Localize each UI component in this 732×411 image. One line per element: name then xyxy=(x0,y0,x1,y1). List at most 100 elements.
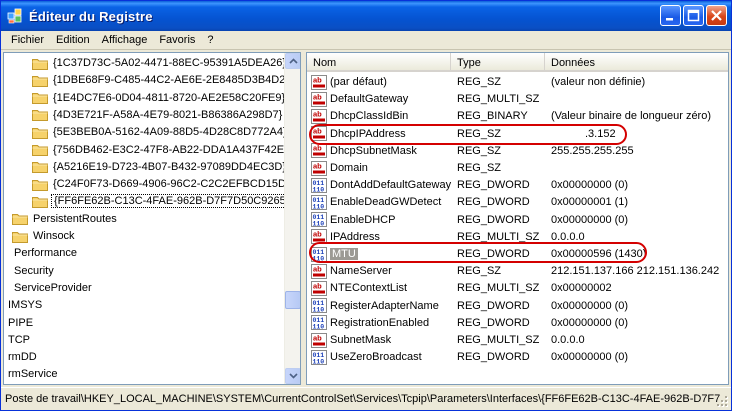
value-type: REG_MULTI_SZ xyxy=(457,230,540,243)
table-row[interactable]: ab NTEContextList REG_MULTI_SZ 0x00000002 xyxy=(307,279,728,297)
menu-favoris[interactable]: Favoris xyxy=(153,34,201,46)
value-data: 0x00000001 (1) xyxy=(551,196,629,209)
tree-item[interactable]: Winsock xyxy=(12,228,77,244)
tree-item-label: Winsock xyxy=(33,230,75,242)
close-button[interactable] xyxy=(706,5,727,26)
tree-item-label: ServiceProvider xyxy=(14,281,92,294)
tree-item[interactable]: {1DBE68F9-C485-44C2-AE6E-2E8485D3B4D2} xyxy=(32,72,286,88)
value-data: (valeur non définie) xyxy=(551,76,646,88)
scroll-up-button[interactable] xyxy=(285,53,300,69)
tree-item[interactable]: {C24F0F73-D669-4906-96C2-C2C2EFBCD15D} xyxy=(32,176,286,192)
value-type: REG_BINARY xyxy=(457,110,528,123)
tree-item[interactable]: ServiceProvider xyxy=(12,280,94,296)
table-row[interactable]: ab Domain REG_SZ xyxy=(307,159,728,177)
table-row[interactable]: 011 110 EnableDHCP REG_DWORD 0x00000000 (0) xyxy=(307,211,728,229)
svg-text:ab: ab xyxy=(313,109,322,118)
tree-item-label: {A5216E19-D723-4B07-B432-97089DD4EC3D} xyxy=(53,160,286,173)
table-row[interactable]: ab IPAddress REG_MULTI_SZ 0.0.0.0 xyxy=(307,228,728,246)
tree-item[interactable]: {FF6FE62B-C13C-4FAE-962B-D7F7D50C9265} xyxy=(32,193,286,209)
value-data: 0x00000002 xyxy=(551,282,612,295)
tree-item[interactable]: rmService xyxy=(6,366,60,382)
tree-item[interactable]: rmDD xyxy=(6,349,39,365)
status-path: Poste de travail\HKEY_LOCAL_MACHINE\SYST… xyxy=(5,393,721,405)
tree-item-label: {5E3BEB0A-5162-4A09-88D5-4D28C8D772A4} xyxy=(53,126,286,139)
column-header-type[interactable]: Type xyxy=(451,53,545,72)
window-title: Éditeur du Registre xyxy=(29,8,153,24)
tree-item[interactable]: {5E3BEB0A-5162-4A09-88D5-4D28C8D772A4} xyxy=(32,124,286,140)
table-row[interactable]: ab DhcpClassIdBin REG_BINARY (Valeur binair… xyxy=(307,107,728,125)
scroll-down-button[interactable] xyxy=(285,368,300,384)
table-row[interactable]: ab SubnetMask REG_MULTI_SZ 0.0.0.0 xyxy=(307,331,728,349)
value-name: RegisterAdapterName xyxy=(330,299,439,312)
string-value-icon: ab xyxy=(311,263,327,279)
svg-text:110: 110 xyxy=(313,358,325,365)
tree-item[interactable]: PIPE xyxy=(6,315,35,331)
tree-item[interactable]: {A5216E19-D723-4B07-B432-97089DD4EC3D} xyxy=(32,159,286,175)
table-row[interactable]: ab DhcpSubnetMask REG_SZ 255.255.255.255 xyxy=(307,142,728,160)
tree-item-label: PersistentRoutes xyxy=(33,212,117,225)
table-row[interactable]: 011 110 RegistrationEnabled REG_DWORD 0x0000… xyxy=(307,314,728,332)
value-data: 0x00000000 (0) xyxy=(551,316,629,329)
value-type: REG_SZ xyxy=(457,144,502,157)
tree-item-label: {FF6FE62B-C13C-4FAE-962B-D7F7D50C9265} xyxy=(51,194,286,209)
table-row[interactable]: ab (par défaut) REG_SZ (valeur non définie) xyxy=(307,73,728,91)
value-data: 255.255.255.255 xyxy=(551,144,634,157)
registry-tree: {1C37D73C-5A02-4471-88EC-95391A5DEA26} {1… xyxy=(4,53,286,384)
table-row[interactable]: 011 110 UseZeroBroadcast REG_DWORD 0x0000000… xyxy=(307,348,728,366)
menu-fichier[interactable]: Fichier xyxy=(5,34,50,46)
binary-value-icon: 011 110 xyxy=(311,315,327,331)
table-row[interactable]: 011 110 DontAddDefaultGateway REG_DWORD 0x00… xyxy=(307,176,728,194)
column-header-name[interactable]: Nom xyxy=(307,53,451,72)
table-row[interactable]: ab DhcpIPAddress REG_SZ .3.152 xyxy=(307,125,728,143)
scroll-thumb[interactable] xyxy=(285,291,300,309)
folder-icon xyxy=(32,108,48,122)
cell-name: 011 110 MTU xyxy=(307,246,451,262)
binary-value-icon: 011 110 xyxy=(311,177,327,193)
table-row[interactable]: 011 110 EnableDeadGWDetect REG_DWORD 0x00000… xyxy=(307,193,728,211)
tree-item[interactable]: {1C37D73C-5A02-4471-88EC-95391A5DEA26} xyxy=(32,55,286,71)
value-type: REG_MULTI_SZ xyxy=(457,334,540,346)
table-row[interactable]: ab NameServer REG_SZ 212.151.137.166 212.15… xyxy=(307,262,728,280)
menu-edition[interactable]: Edition xyxy=(50,34,96,46)
registry-tree-pane[interactable]: {1C37D73C-5A02-4471-88EC-95391A5DEA26} {1… xyxy=(3,52,301,385)
value-type: REG_DWORD xyxy=(457,316,530,329)
registry-editor-window: Éditeur du Registre Fichier Edition Affi… xyxy=(0,0,732,411)
values-list-pane[interactable]: Nom Type Données ab (par défaut) REG_SZ (va… xyxy=(306,52,729,385)
table-row[interactable]: 011 110 RegisterAdapterName REG_DWORD 0x0000… xyxy=(307,297,728,315)
tree-item[interactable]: TCP xyxy=(6,332,32,348)
tree-item[interactable]: Security xyxy=(12,263,56,279)
value-name: IPAddress xyxy=(330,230,380,243)
cell-name: 011 110 UseZeroBroadcast xyxy=(307,349,451,365)
svg-text:ab: ab xyxy=(313,333,322,342)
folder-icon xyxy=(32,91,48,105)
title-bar[interactable]: Éditeur du Registre xyxy=(1,1,731,31)
value-name: NameServer xyxy=(330,265,392,278)
resize-grip-icon[interactable] xyxy=(717,396,729,408)
table-row[interactable]: ab DefaultGateway REG_MULTI_SZ xyxy=(307,90,728,108)
value-data: 0x00000596 (1430) xyxy=(551,248,647,260)
value-name: DhcpSubnetMask xyxy=(330,144,417,157)
column-header-data[interactable]: Données xyxy=(545,53,728,72)
binary-value-icon: 011 110 xyxy=(311,212,327,228)
tree-item[interactable]: PersistentRoutes xyxy=(12,211,119,227)
tree-item[interactable]: Performance xyxy=(12,245,79,261)
cell-name: ab NameServer xyxy=(307,263,451,279)
tree-vertical-scrollbar[interactable] xyxy=(284,53,300,384)
value-type: REG_SZ xyxy=(457,162,502,174)
menu-bar: Fichier Edition Affichage Favoris ? xyxy=(1,31,731,50)
tree-item[interactable]: IMSYS xyxy=(6,297,44,313)
value-name: EnableDHCP xyxy=(330,213,396,226)
minimize-button[interactable] xyxy=(660,5,681,26)
status-bar: Poste de travail\HKEY_LOCAL_MACHINE\SYST… xyxy=(1,387,731,410)
table-row[interactable]: 011 110 MTU REG_DWORD 0x00000596 (1430) xyxy=(307,245,728,263)
tree-item[interactable]: {756DB462-E3C2-47F8-AB22-DDA1A437F42E} xyxy=(32,142,286,158)
tree-item[interactable]: {1E4DC7E6-0D04-4811-8720-AE2E58C20FE9} xyxy=(32,90,286,106)
folder-icon xyxy=(12,230,28,243)
menu-affichage[interactable]: Affichage xyxy=(96,34,154,46)
value-type: REG_DWORD xyxy=(457,248,530,260)
maximize-button[interactable] xyxy=(683,5,704,26)
menu-help[interactable]: ? xyxy=(201,34,219,46)
folder-icon xyxy=(32,195,48,208)
tree-item[interactable]: {4D3E721F-A58A-4E79-8021-B86386A298D7} xyxy=(32,107,284,123)
cell-name: ab DhcpIPAddress xyxy=(307,126,451,142)
